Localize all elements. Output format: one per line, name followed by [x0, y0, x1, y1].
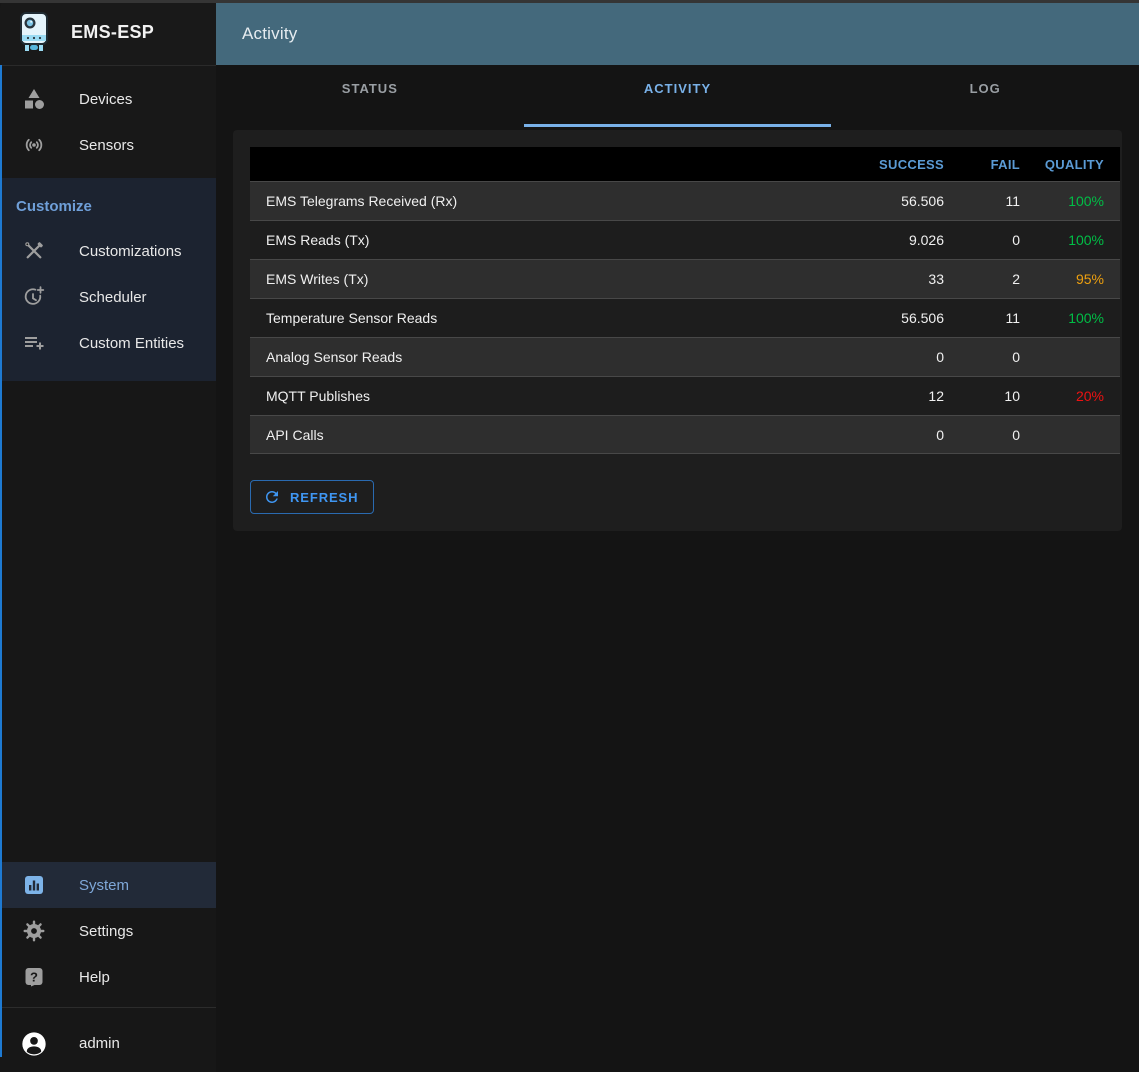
sidebar-divider — [0, 1007, 216, 1008]
app-title: EMS-ESP — [71, 22, 154, 43]
sidebar-item-scheduler[interactable]: Scheduler — [0, 274, 216, 320]
table-row: EMS Reads (Tx) 9.026 0 100% — [250, 220, 1120, 259]
playlist-add-icon — [22, 331, 46, 355]
column-header-fail: FAIL — [944, 157, 1020, 172]
sidebar-item-customizations[interactable]: Customizations — [0, 228, 216, 274]
row-fail: 11 — [944, 193, 1020, 209]
tab-activity[interactable]: ACTIVITY — [524, 65, 832, 129]
category-icon — [22, 87, 46, 111]
row-success: 12 — [820, 388, 944, 404]
row-success: 56.506 — [820, 193, 944, 209]
refresh-button[interactable]: REFRESH — [250, 480, 374, 514]
row-label: EMS Writes (Tx) — [250, 271, 820, 287]
sidebar-main-group: Devices Sensors — [0, 66, 216, 178]
refresh-icon — [263, 488, 281, 506]
svg-text:?: ? — [30, 970, 38, 985]
sensors-icon — [22, 133, 46, 157]
row-success: 0 — [820, 427, 944, 443]
tab-status[interactable]: STATUS — [216, 65, 524, 129]
row-fail: 0 — [944, 232, 1020, 248]
sidebar-item-devices[interactable]: Devices — [0, 76, 216, 122]
help-icon: ? — [22, 965, 46, 989]
table-row: Temperature Sensor Reads 56.506 11 100% — [250, 298, 1120, 337]
sidebar-spacer — [0, 381, 216, 862]
row-label: MQTT Publishes — [250, 388, 820, 404]
table-row: EMS Telegrams Received (Rx) 56.506 11 10… — [250, 181, 1120, 220]
row-fail: 2 — [944, 271, 1020, 287]
row-quality: 100% — [1020, 193, 1120, 209]
row-success: 9.026 — [820, 232, 944, 248]
row-quality: 100% — [1020, 310, 1120, 326]
app-brand: EMS-ESP — [0, 0, 216, 66]
page-title: Activity — [242, 24, 297, 44]
row-fail: 0 — [944, 349, 1020, 365]
user-name: admin — [79, 1035, 120, 1052]
sidebar-item-label: Scheduler — [79, 289, 147, 306]
row-fail: 10 — [944, 388, 1020, 404]
row-success: 56.506 — [820, 310, 944, 326]
activity-card: SUCCESS FAIL QUALITY EMS Telegrams Recei… — [233, 130, 1122, 531]
row-label: API Calls — [250, 427, 820, 443]
table-body: EMS Telegrams Received (Rx) 56.506 11 10… — [250, 181, 1120, 454]
column-header-success: SUCCESS — [820, 157, 944, 172]
boiler-icon — [15, 11, 55, 55]
sidebar-item-settings[interactable]: Settings — [0, 908, 216, 954]
refresh-button-label: REFRESH — [290, 490, 358, 505]
window-top-strip — [0, 0, 1139, 3]
table-row: EMS Writes (Tx) 33 2 95% — [250, 259, 1120, 298]
app-bar: Activity — [216, 3, 1139, 65]
account-icon — [20, 1030, 48, 1058]
customize-section-header: Customize — [0, 184, 216, 228]
row-success: 0 — [820, 349, 944, 365]
sidebar-item-label: Settings — [79, 923, 133, 940]
row-label: EMS Reads (Tx) — [250, 232, 820, 248]
gear-icon — [22, 919, 46, 943]
row-quality: 20% — [1020, 388, 1120, 404]
row-label: EMS Telegrams Received (Rx) — [250, 193, 820, 209]
sidebar-item-system[interactable]: System — [0, 862, 216, 908]
sidebar-item-label: Custom Entities — [79, 335, 184, 352]
sidebar-item-custom-entities[interactable]: Custom Entities — [0, 320, 216, 366]
sidebar-item-sensors[interactable]: Sensors — [0, 122, 216, 168]
row-label: Temperature Sensor Reads — [250, 310, 820, 326]
row-quality: 100% — [1020, 232, 1120, 248]
row-label: Analog Sensor Reads — [250, 349, 820, 365]
sidebar-item-label: Devices — [79, 91, 132, 108]
sidebar-item-help[interactable]: ? Help — [0, 954, 216, 1000]
construction-icon — [22, 239, 46, 263]
row-quality: 95% — [1020, 271, 1120, 287]
row-fail: 11 — [944, 310, 1020, 326]
sidebar-item-label: Help — [79, 969, 110, 986]
clock-plus-icon — [22, 285, 46, 309]
sidebar: EMS-ESP Devices Sensors — [0, 0, 216, 1072]
table-row: API Calls 0 0 — [250, 415, 1120, 454]
tab-bar: STATUS ACTIVITY LOG — [216, 65, 1139, 129]
sidebar-item-label: Customizations — [79, 243, 182, 260]
row-fail: 0 — [944, 427, 1020, 443]
table-row: Analog Sensor Reads 0 0 — [250, 337, 1120, 376]
table-header-row: SUCCESS FAIL QUALITY — [250, 147, 1120, 181]
window-left-edge — [0, 65, 2, 1057]
tab-log[interactable]: LOG — [831, 65, 1139, 129]
column-header-quality: QUALITY — [1020, 157, 1120, 172]
sidebar-item-label: Sensors — [79, 137, 134, 154]
sidebar-customize-section: Customize Customizations — [0, 178, 216, 381]
sidebar-item-label: System — [79, 877, 129, 894]
activity-table: SUCCESS FAIL QUALITY EMS Telegrams Recei… — [250, 147, 1120, 454]
table-row: MQTT Publishes 12 10 20% — [250, 376, 1120, 415]
analytics-icon — [22, 873, 46, 897]
user-menu[interactable]: admin — [0, 1015, 216, 1072]
row-success: 33 — [820, 271, 944, 287]
